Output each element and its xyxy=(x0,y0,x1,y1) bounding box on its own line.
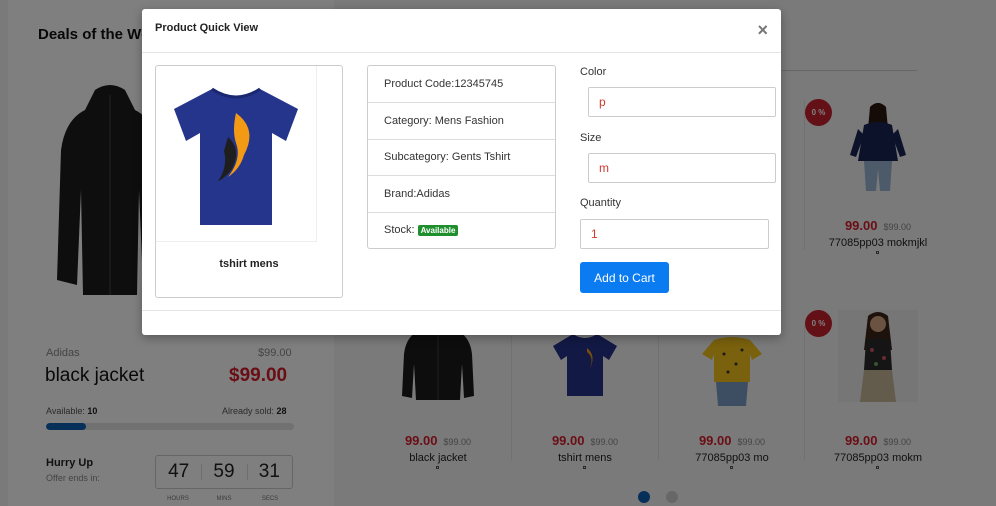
product-brand: Brand:Adidas xyxy=(368,175,555,211)
product-image[interactable] xyxy=(156,66,317,242)
color-label: Color xyxy=(580,66,607,78)
product-category: Category: Mens Fashion xyxy=(368,102,555,138)
quantity-input[interactable] xyxy=(580,219,769,249)
modal-footer xyxy=(142,310,781,311)
product-stock: Stock: Available xyxy=(368,211,555,248)
color-input[interactable] xyxy=(588,87,776,117)
product-info-list: Product Code:12345745 Category: Mens Fas… xyxy=(367,65,556,249)
close-icon[interactable]: × xyxy=(757,21,768,39)
product-code: Product Code:12345745 xyxy=(384,78,504,91)
stock-status-badge: Available xyxy=(417,224,459,236)
stock-label: Stock: xyxy=(384,224,415,237)
size-label: Size xyxy=(580,132,602,144)
size-input[interactable] xyxy=(588,153,776,183)
product-image-caption: tshirt mens xyxy=(219,258,279,270)
product-quick-view-modal: Product Quick View × tshirt mens Product… xyxy=(142,9,781,335)
blue-tshirt-image xyxy=(174,87,298,225)
quantity-label: Quantity xyxy=(580,197,621,209)
product-subcategory: Subcategory: Gents Tshirt xyxy=(368,138,555,175)
add-to-cart-button[interactable]: Add to Cart xyxy=(580,262,669,293)
modal-title: Product Quick View xyxy=(155,22,259,34)
modal-header: Product Quick View × xyxy=(142,9,781,53)
product-image-card: tshirt mens xyxy=(155,65,343,298)
